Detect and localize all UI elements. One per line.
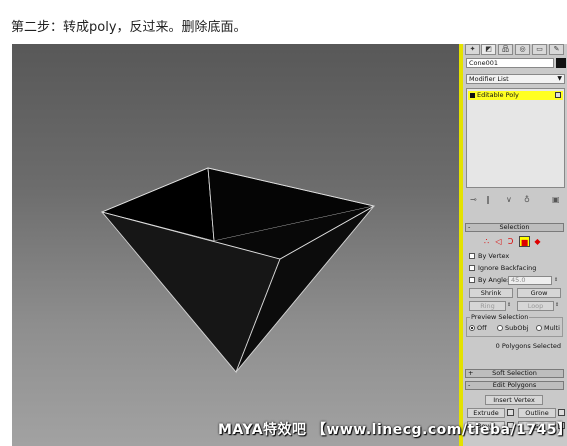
- vertex-level-icon[interactable]: ∴: [481, 236, 492, 247]
- modifier-list-dropdown[interactable]: Modifier List ▼: [466, 74, 565, 84]
- angle-input[interactable]: 45.0: [508, 276, 552, 285]
- extrude-settings-icon[interactable]: [507, 409, 514, 418]
- soft-selection-title: Soft Selection: [492, 369, 537, 377]
- by-vertex-checkbox[interactable]: [469, 253, 475, 259]
- by-angle-label: By Angle:: [478, 276, 510, 284]
- inverted-cone-mesh: [100, 167, 376, 374]
- radio-off-icon: [536, 325, 542, 331]
- modify-tab-icon[interactable]: ◩: [481, 44, 496, 55]
- subobject-level-buttons: ∴ ◁ Ɔ ■ ◆: [481, 236, 551, 248]
- preview-off-option[interactable]: Off: [469, 324, 487, 332]
- preview-multi-option[interactable]: Multi: [536, 324, 560, 332]
- display-tab-icon[interactable]: ▭: [532, 44, 547, 55]
- by-vertex-row[interactable]: By Vertex: [469, 252, 509, 261]
- make-unique-icon[interactable]: ∨: [506, 194, 512, 206]
- polygon-level-icon[interactable]: ■: [519, 236, 530, 247]
- preview-off-label: Off: [477, 324, 487, 332]
- object-name-field[interactable]: Cone001: [466, 58, 554, 68]
- element-level-icon[interactable]: ◆: [532, 236, 543, 247]
- configure-sets-icon[interactable]: ▣: [552, 194, 560, 206]
- modifier-stack: Editable Poly: [466, 88, 565, 188]
- ignore-backfacing-label: Ignore Backfacing: [478, 264, 537, 272]
- selection-status: 0 Polygons Selected: [495, 342, 561, 350]
- shrink-button[interactable]: Shrink: [469, 288, 513, 298]
- edit-polygons-title: Edit Polygons: [492, 381, 537, 389]
- step-caption: 第二步：转成poly，反过来。删除底面。: [11, 20, 247, 35]
- create-tab-icon[interactable]: ✦: [465, 44, 480, 55]
- outline-button[interactable]: Outline: [518, 408, 556, 418]
- preview-selection-title: Preview Selection: [470, 313, 530, 321]
- object-color-swatch[interactable]: [556, 58, 566, 68]
- stack-item-label: Editable Poly: [477, 91, 519, 99]
- loop-button[interactable]: Loop: [517, 301, 554, 311]
- radio-off-icon: [497, 325, 503, 331]
- preview-subobj-label: SubObj: [505, 324, 529, 332]
- by-angle-row[interactable]: By Angle:: [469, 276, 509, 285]
- lightbulb-icon[interactable]: [470, 93, 475, 98]
- preview-multi-label: Multi: [544, 324, 560, 332]
- outline-settings-icon[interactable]: [558, 409, 565, 418]
- stack-item-toggle-icon[interactable]: [555, 92, 561, 98]
- ring-spinner-icon[interactable]: ⇕: [507, 301, 512, 310]
- modifier-list-label: Modifier List: [469, 75, 509, 83]
- grow-button[interactable]: Grow: [517, 288, 561, 298]
- pin-stack-icon[interactable]: ⊸: [470, 194, 477, 206]
- max-screenshot: ✦ ◩ 品 ◎ ▭ ✎ Cone001 Modifier List ▼ Edit…: [12, 44, 567, 446]
- extrude-button[interactable]: Extrude: [467, 408, 505, 418]
- edge-level-icon[interactable]: ◁: [493, 236, 504, 247]
- collapse-icon: -: [468, 223, 471, 231]
- utilities-tab-icon[interactable]: ✎: [549, 44, 564, 55]
- expand-icon: +: [468, 369, 474, 377]
- ignore-backfacing-checkbox[interactable]: [469, 265, 475, 271]
- stack-item-editable-poly[interactable]: Editable Poly: [468, 91, 563, 100]
- watermark-text: MAYA特效吧 【www.linecg.com/tieba/1745】: [218, 422, 567, 438]
- loop-spinner-icon[interactable]: ⇕: [555, 301, 560, 310]
- selection-rollout-header[interactable]: - Selection: [465, 223, 564, 232]
- ring-button[interactable]: Ring: [469, 301, 506, 311]
- by-vertex-label: By Vertex: [478, 252, 510, 260]
- radio-on-icon: [469, 325, 475, 331]
- angle-spinner-icon[interactable]: ⇕: [554, 276, 559, 285]
- preview-subobj-option[interactable]: SubObj: [497, 324, 528, 332]
- perspective-viewport[interactable]: [12, 44, 459, 446]
- command-panel: ✦ ◩ 品 ◎ ▭ ✎ Cone001 Modifier List ▼ Edit…: [463, 44, 567, 446]
- preview-selection-group: Preview Selection Off SubObj Multi: [466, 313, 563, 337]
- dropdown-arrow-icon: ▼: [557, 75, 562, 82]
- motion-tab-icon[interactable]: ◎: [515, 44, 530, 55]
- stack-toolbar: ⊸ ‖ ∨ ♁ ▣: [466, 194, 565, 206]
- show-end-result-icon[interactable]: ‖: [486, 194, 490, 206]
- collapse-icon: -: [468, 381, 471, 389]
- edit-polygons-rollout-header[interactable]: - Edit Polygons: [465, 381, 564, 390]
- ignore-backfacing-row[interactable]: Ignore Backfacing: [469, 264, 536, 273]
- command-panel-tabs: ✦ ◩ 品 ◎ ▭ ✎: [465, 44, 567, 56]
- selection-title: Selection: [499, 223, 530, 231]
- hierarchy-tab-icon[interactable]: 品: [498, 44, 513, 55]
- soft-selection-rollout-header[interactable]: + Soft Selection: [465, 369, 564, 378]
- border-level-icon[interactable]: Ɔ: [505, 236, 516, 247]
- by-angle-checkbox[interactable]: [469, 277, 475, 283]
- insert-vertex-button[interactable]: Insert Vertex: [485, 395, 543, 405]
- remove-modifier-icon[interactable]: ♁: [524, 194, 530, 206]
